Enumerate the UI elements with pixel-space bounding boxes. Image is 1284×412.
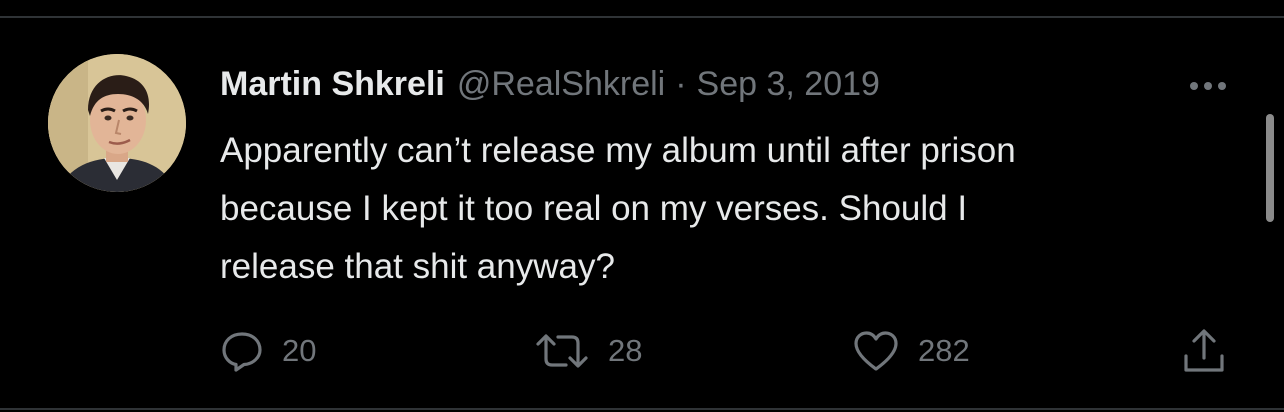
- share-icon: [1184, 329, 1224, 372]
- reply-count: 20: [282, 333, 317, 368]
- more-options-button[interactable]: [1184, 74, 1232, 98]
- scrollbar-thumb[interactable]: [1266, 114, 1274, 222]
- retweet-button[interactable]: 28: [534, 328, 642, 374]
- tweet-text: Apparently can’t release my album until …: [220, 131, 1016, 286]
- tweet[interactable]: Martin Shkreli @RealShkreli · Sep 3, 201…: [0, 18, 1284, 408]
- more-options-icon: [1190, 82, 1226, 90]
- tweet-header: Martin Shkreli @RealShkreli · Sep 3, 201…: [220, 62, 880, 106]
- share-button[interactable]: [1180, 328, 1228, 374]
- like-count: 282: [918, 333, 970, 368]
- reply-icon: [222, 332, 262, 372]
- retweet-count: 28: [608, 333, 643, 368]
- author-handle[interactable]: @RealShkreli: [457, 64, 665, 104]
- retweet-icon: [536, 334, 588, 368]
- bottom-divider: [0, 408, 1284, 410]
- avatar-photo: [48, 54, 186, 192]
- tweet-date[interactable]: Sep 3, 2019: [697, 64, 880, 104]
- tweet-actions: 20 28 282: [220, 328, 1240, 374]
- author-display-name[interactable]: Martin Shkreli: [220, 64, 445, 104]
- reply-button[interactable]: 20: [220, 328, 316, 374]
- heart-icon: [854, 331, 898, 371]
- avatar[interactable]: [48, 54, 186, 192]
- header-separator: ·: [675, 65, 687, 103]
- like-button[interactable]: 282: [852, 328, 970, 374]
